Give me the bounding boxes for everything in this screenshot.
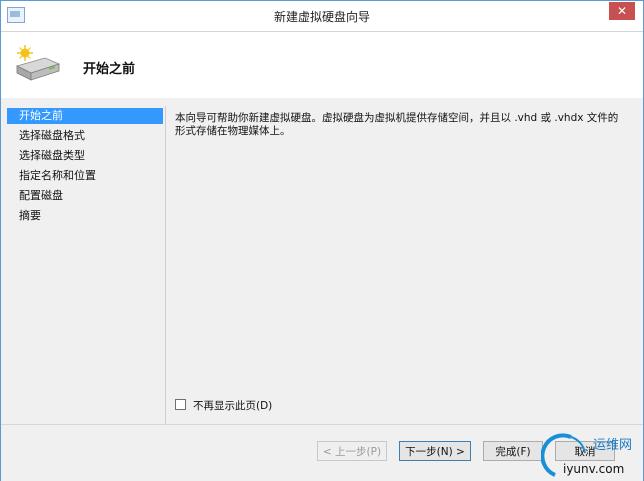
wizard-body: 开始之前 选择磁盘格式 选择磁盘类型 指定名称和位置 配置磁盘 摘要 本向导可帮… [1, 98, 643, 424]
next-button[interactable]: 下一步(N) > [399, 441, 471, 461]
step-item-choose-type[interactable]: 选择磁盘类型 [7, 148, 163, 164]
watermark-logo: 运维网 iyunv.com [541, 433, 632, 477]
step-item-choose-format[interactable]: 选择磁盘格式 [7, 128, 163, 144]
watermark-domain: iyunv.com [563, 462, 624, 476]
previous-button[interactable]: < 上一步(P) [317, 441, 387, 461]
sparkle-icon [17, 45, 33, 61]
watermark-brand: 运维网 [593, 438, 632, 453]
page-title: 开始之前 [83, 62, 136, 77]
step-item-name-location[interactable]: 指定名称和位置 [7, 168, 163, 184]
step-item-configure-disk[interactable]: 配置磁盘 [7, 188, 163, 204]
dont-show-checkbox[interactable] [175, 399, 186, 410]
wizard-footer: < 上一步(P) 下一步(N) > 完成(F) 取消 运维网 iyunv.com [1, 424, 643, 481]
title-bar[interactable]: 新建虚拟硬盘向导 ✕ [1, 1, 643, 31]
window-title: 新建虚拟硬盘向导 [273, 10, 370, 24]
step-item-summary[interactable]: 摘要 [7, 208, 163, 224]
wizard-header: 开始之前 [1, 31, 643, 99]
finish-button[interactable]: 完成(F) [483, 441, 543, 461]
close-button[interactable]: ✕ [609, 2, 635, 20]
wizard-window: 新建虚拟硬盘向导 ✕ 开始之前 开始之前 选择磁盘格式 选择磁盘类型 指定名称和… [0, 0, 644, 481]
dont-show-label[interactable]: 不再显示此页(D) [193, 398, 272, 413]
step-item-before-you-begin[interactable]: 开始之前 [7, 108, 163, 124]
wizard-description: 本向导可帮助你新建虚拟硬盘。虚拟硬盘为虚拟机提供存储空间，并且以 .vhd 或 … [175, 112, 619, 137]
wizard-step-list: 开始之前 选择磁盘格式 选择磁盘类型 指定名称和位置 配置磁盘 摘要 [7, 106, 166, 424]
hard-disk-new-icon [15, 45, 61, 81]
